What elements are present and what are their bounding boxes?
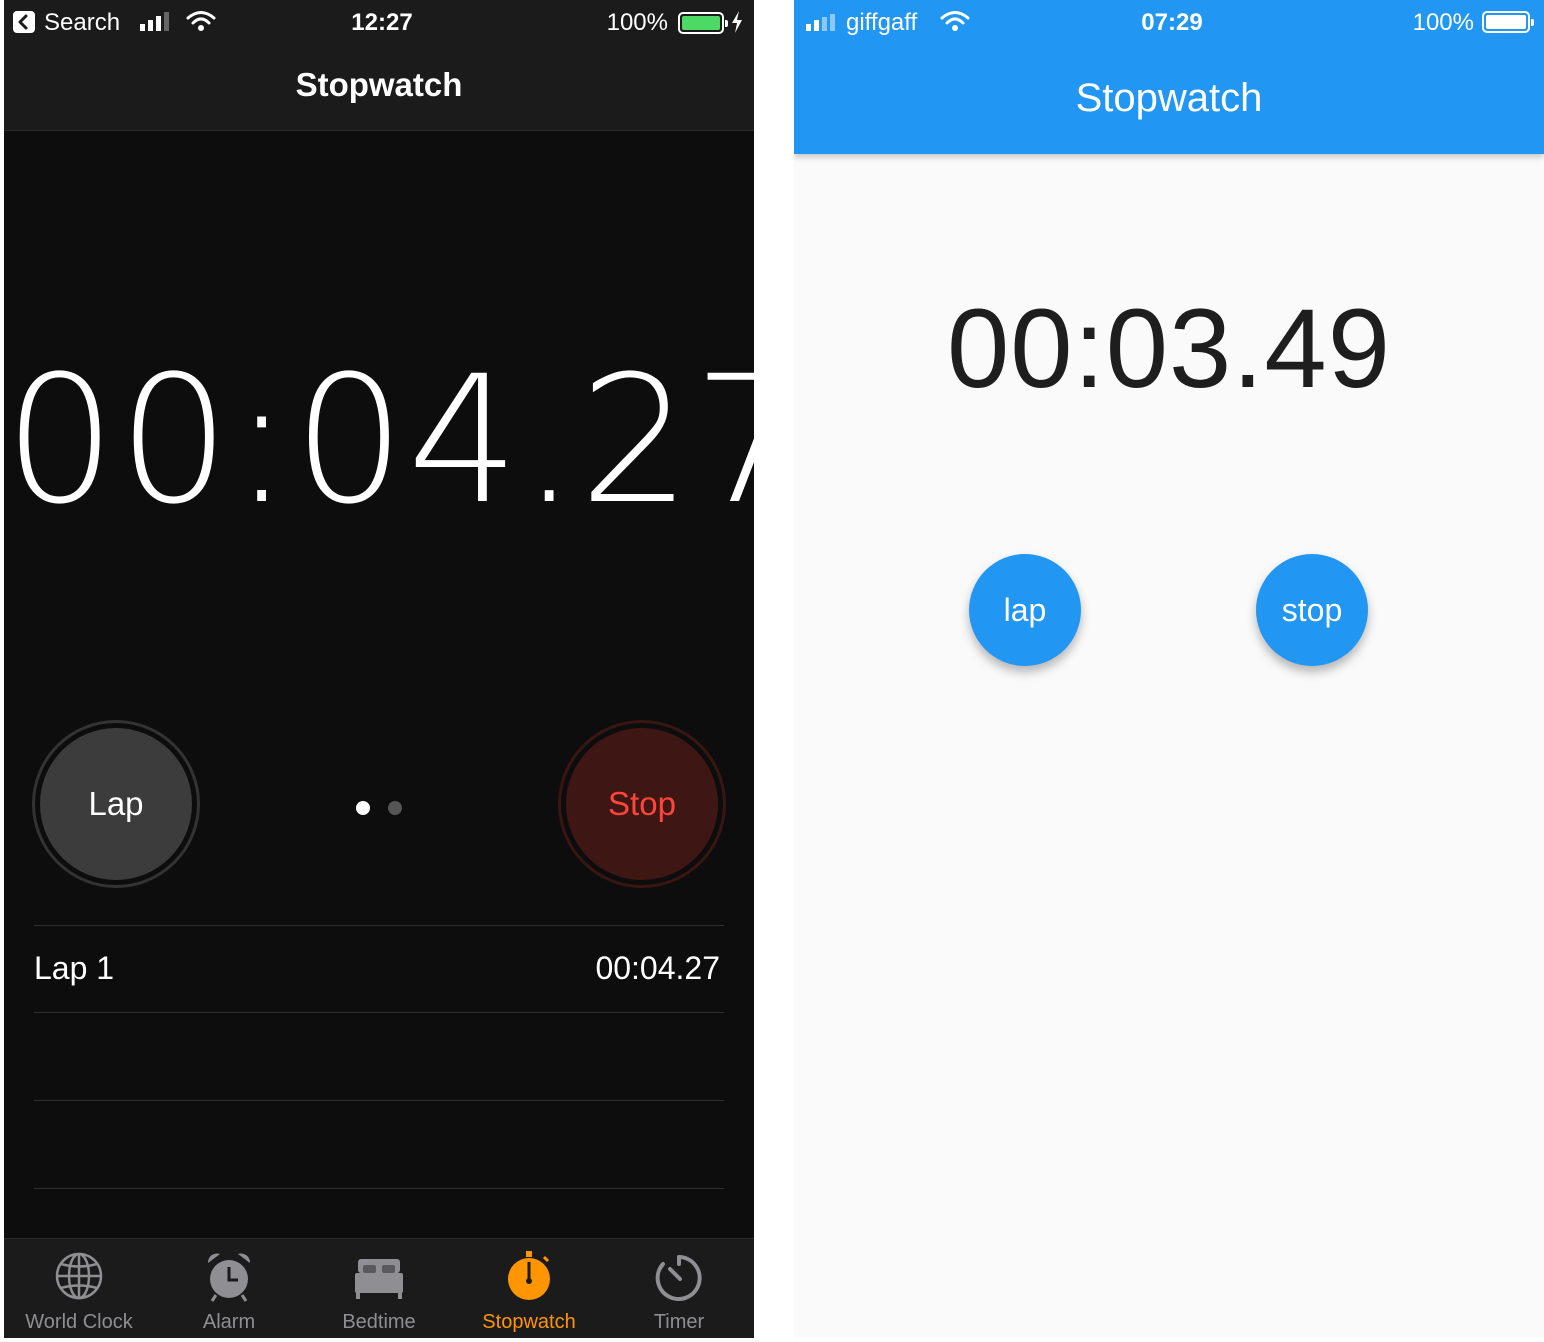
divider	[34, 925, 724, 926]
tab-label: World Clock	[25, 1311, 133, 1333]
page-title: Stopwatch	[295, 66, 463, 103]
bed-icon	[355, 1259, 403, 1299]
status-bar: Search 12:27 100%	[4, 0, 754, 44]
tab-label: Timer	[653, 1311, 705, 1333]
tab-timer[interactable]: Timer	[604, 1239, 754, 1338]
lap-time: 00:04.27	[595, 950, 720, 986]
stop-button[interactable]: Stop	[558, 720, 726, 888]
charging-bolt-icon	[732, 11, 742, 33]
tab-bar: World Clock Alarm Bedtime Stopwatch Time…	[4, 1238, 754, 1338]
tab-label: Stopwatch	[482, 1311, 576, 1333]
battery-icon	[678, 12, 728, 34]
battery-percentage: 100%	[606, 9, 668, 36]
page-title: Stopwatch	[1075, 76, 1263, 120]
lap-button[interactable]: Lap	[32, 720, 200, 888]
battery-icon	[1482, 11, 1534, 33]
lap-button-label: Lap	[40, 728, 192, 880]
divider	[34, 1100, 724, 1101]
stopwatch-icon	[508, 1251, 550, 1300]
lap-button[interactable]: lap	[969, 554, 1081, 666]
tab-world-clock[interactable]: World Clock	[4, 1239, 154, 1338]
lap-label: Lap 1	[34, 950, 115, 986]
page-indicator-dot-active[interactable]	[356, 801, 370, 815]
flutter-stopwatch-screen: giffgaff 07:29 100% Stopwatch 00:03.49 l…	[794, 0, 1544, 1338]
battery-percentage: 100%	[1412, 9, 1474, 36]
tab-stopwatch[interactable]: Stopwatch	[454, 1239, 604, 1338]
globe-icon	[55, 1252, 103, 1300]
stopwatch-time-display: 00:04.27	[4, 338, 754, 543]
stop-button[interactable]: stop	[1256, 554, 1368, 666]
tab-alarm[interactable]: Alarm	[154, 1239, 304, 1338]
divider	[34, 1188, 724, 1189]
alarm-clock-icon	[207, 1253, 251, 1302]
app-bar: giffgaff 07:29 100% Stopwatch	[794, 0, 1544, 154]
stopwatch-time-display: 00:03.49	[947, 286, 1391, 411]
tab-label: Alarm	[202, 1311, 256, 1333]
timer-icon	[655, 1255, 702, 1301]
navigation-bar: Stopwatch	[4, 44, 754, 131]
tab-bedtime[interactable]: Bedtime	[304, 1239, 454, 1338]
ios-stopwatch-screen: Search 12:27 100% Stopwatch 00:04.27 Lap…	[4, 0, 754, 1338]
stop-button-label: Stop	[566, 728, 718, 880]
tab-label: Bedtime	[342, 1311, 416, 1333]
page-indicator-dot[interactable]	[388, 801, 402, 815]
divider	[34, 1012, 724, 1013]
